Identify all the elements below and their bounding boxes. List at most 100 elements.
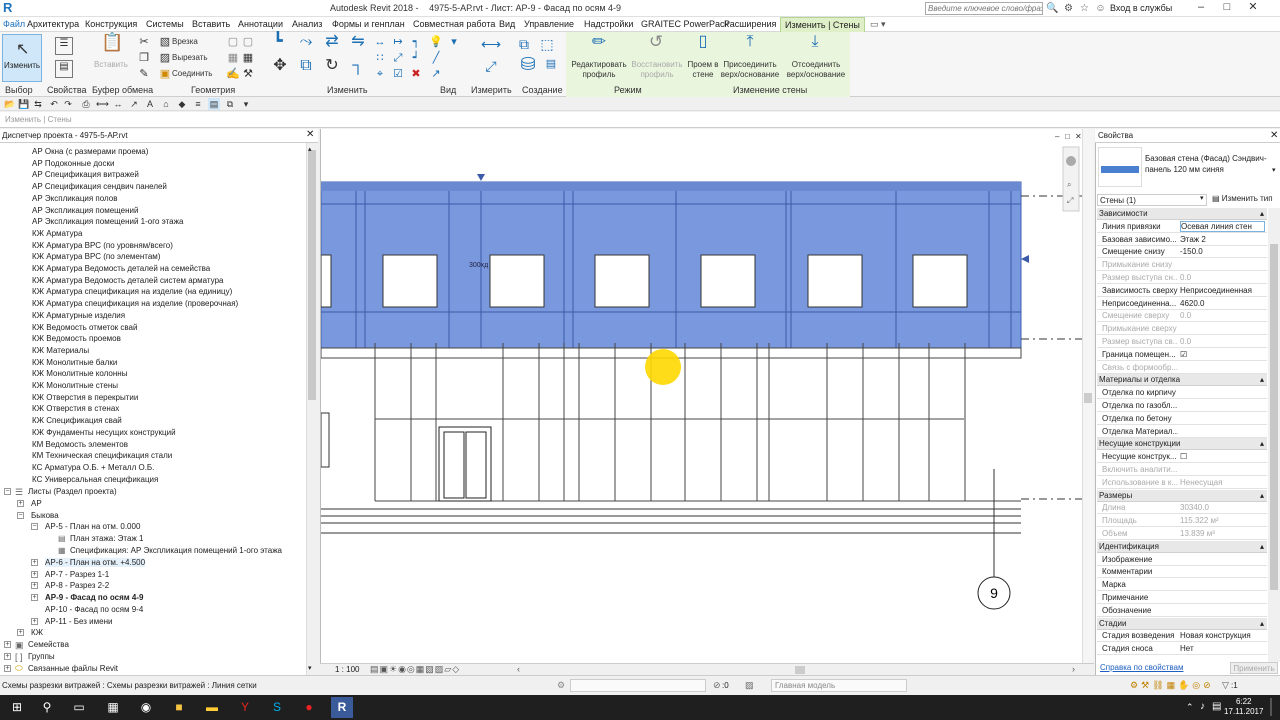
tab-systems[interactable]: Системы [146,19,184,29]
copy-element-icon[interactable]: ⧉ [296,58,316,78]
reset-profile-label[interactable]: Восстановить профиль [631,60,683,80]
move-icon[interactable]: ✥ [270,58,290,78]
text-qat-icon[interactable]: A [144,98,156,110]
ribbon-toggle-icon[interactable]: ▭ ▾ [870,19,886,30]
tab-massing[interactable]: Формы и генплан [332,19,405,29]
wall-opening-label[interactable]: Проем в стене [685,60,721,80]
revit-app-icon[interactable]: R [3,1,17,15]
tree-sheet-ar11[interactable]: АР-11 - Без имени [45,617,112,626]
property-value[interactable]: Ненесущая [1180,478,1265,487]
close-window-button[interactable]: ✕ [1242,0,1264,16]
split-gap-icon[interactable]: ↦ [391,36,405,48]
property-row[interactable]: Смещение сверху 0.0 [1097,310,1267,323]
property-row[interactable]: Марка [1097,579,1267,592]
scroll-up-icon[interactable]: ▴ [308,145,312,153]
revit-taskbar-icon[interactable]: R [331,697,353,718]
trim-multiple-icon[interactable]: ┙ [409,52,423,64]
editable-only-icon[interactable]: ⊘ [713,680,721,691]
task-view-icon[interactable]: ▭ [68,697,90,718]
drag-control-right[interactable] [1021,255,1029,263]
property-row[interactable]: Комментарии [1097,566,1267,579]
switch-windows-icon[interactable]: ⧉ [224,98,236,110]
geometry-tool-1-icon[interactable]: ▢ [226,36,240,48]
tab-addins[interactable]: Надстройки [584,19,633,29]
drawing-area[interactable]: 9 300хд ⌕ ⤢ – □ ✕ [320,129,1083,675]
tree-schedule-item[interactable]: КЖ Материалы [32,346,89,355]
skype-icon[interactable]: S [266,697,288,718]
open-icon[interactable]: 📂 [4,98,16,110]
property-group-header[interactable]: Несущие конструкции [1097,438,1267,451]
view-tool-2-icon[interactable]: ▾ [447,36,461,48]
help-search-input[interactable]: Введите ключевое слово/фразу [925,2,1043,15]
property-group-header[interactable]: Стадии [1097,617,1267,630]
property-row[interactable]: Площадь 115.322 м² [1097,515,1267,528]
hide-element-icon[interactable]: ↗ [429,68,443,80]
tree-schedule-item[interactable]: КЖ Арматура Ведомость деталей систем арм… [32,276,223,285]
match-type-icon[interactable]: ✎ [137,68,151,80]
undo-icon[interactable]: ↶ [48,98,60,110]
collapse-sheets-icon[interactable]: − [4,488,11,495]
project-browser-close-icon[interactable]: ✕ [306,129,314,140]
sync-icon[interactable]: ⇆ [32,98,44,110]
tree-schedule-item[interactable]: АР Спецификация сендвич панелей [32,182,167,191]
tab-file[interactable]: Файл [3,19,25,29]
tab-graitec[interactable]: GRAITEC PowerPack [641,19,729,29]
expand-groups-icon[interactable]: + [4,653,11,660]
dimension-icon[interactable]: ⤢ [478,59,504,73]
property-row[interactable]: Стадия возведения Новая конструкция [1097,630,1267,643]
property-row[interactable]: Стадия сноса Нет [1097,643,1267,656]
reset-profile-icon[interactable]: ↺ [646,33,666,56]
tree-sheet-ar9-active[interactable]: АР-9 - Фасад по осям 4-9 [45,593,143,602]
tree-ar-folder[interactable]: АР [31,499,42,508]
mirror-axis-icon[interactable]: ⇄ [322,34,342,54]
tab-architecture[interactable]: Архитектура [27,19,79,29]
property-row[interactable]: Базовая зависимо... Этаж 2 [1097,234,1267,246]
volume-icon[interactable]: ♪ [1200,701,1205,712]
join-icon[interactable]: ▣ [158,68,172,80]
property-value[interactable]: Этаж 2 [1180,235,1265,244]
tree-schedule-item[interactable]: КЖ Фундаменты несущих конструкций [32,428,176,437]
customize-qat-icon[interactable]: ▾ [240,98,252,110]
property-value[interactable]: Неприсоединенная [1180,286,1265,295]
create-group-icon[interactable]: ⬚ [540,37,554,51]
property-value[interactable]: Новая конструкция [1180,631,1265,640]
maximize-button[interactable]: □ [1216,0,1238,16]
project-browser-scroll-thumb[interactable] [308,150,316,400]
property-group-header[interactable]: Материалы и отделка [1097,374,1267,387]
apply-button[interactable]: Применить [1230,662,1278,674]
property-row[interactable]: Объем 13.839 м³ [1097,528,1267,540]
instance-filter[interactable]: Стены (1) [1097,194,1207,206]
property-row[interactable]: Примыкание снизу [1097,259,1267,272]
network-icon[interactable]: ▤ [1212,701,1221,712]
type-selector[interactable]: Базовая стена (Фасад) Сэндвич-панель 120… [1145,153,1270,175]
tree-schedule-item[interactable]: КМ Ведомость элементов [32,440,128,449]
property-group-header[interactable]: Размеры [1097,489,1267,502]
tree-kzh-folder[interactable]: КЖ [31,628,43,637]
array-icon[interactable]: ∷ [373,52,387,64]
filter-dropdown-icon[interactable]: ▾ [1200,194,1204,202]
tree-schedule-item[interactable]: КЖ Арматура [32,229,82,238]
tree-schedule-item[interactable]: АР Экспликация полов [32,194,118,203]
modify-button[interactable]: ↖ Изменить [2,34,42,82]
tree-schedule-item[interactable]: КЖ Ведомость отметок свай [32,323,137,332]
offset-icon[interactable]: ⤳ [296,34,316,54]
print-icon[interactable]: ⎙ [80,98,92,110]
tree-schedule-item[interactable]: КЖ Арматура спецификация на изделие (на … [32,287,232,296]
property-row[interactable]: Примыкание сверху [1097,323,1267,336]
save-icon[interactable]: 💾 [18,98,30,110]
property-row[interactable]: Отделка по кирпичу [1097,387,1267,400]
property-row[interactable]: Отделка по бетону [1097,413,1267,425]
scroll-right-icon[interactable]: › [1072,664,1075,674]
attach-top-base-label[interactable]: Присоединить верх/основание [718,60,782,80]
close-hidden-icon[interactable]: ▤ [208,98,220,110]
property-row[interactable]: Размер выступа сн... 0.0 [1097,272,1267,284]
tree-schedule-item[interactable]: КЖ Арматура ВРС (по элементам) [32,252,160,261]
tree-schedule-item[interactable]: АР Экспликация помещений 1-ого этажа [32,217,183,226]
linework-icon[interactable]: ╱ [429,52,443,64]
worksets-icon[interactable]: ⚙ [557,680,565,691]
tree-schedule-item[interactable]: КС Универсальная спецификация [32,475,158,484]
expand-ar11-icon[interactable]: + [31,618,38,625]
cope-label[interactable]: Врезка [172,37,198,46]
mirror-draw-icon[interactable]: ⇋ [348,34,368,54]
tree-schedule-item[interactable]: АР Экспликация помещений [32,206,138,215]
